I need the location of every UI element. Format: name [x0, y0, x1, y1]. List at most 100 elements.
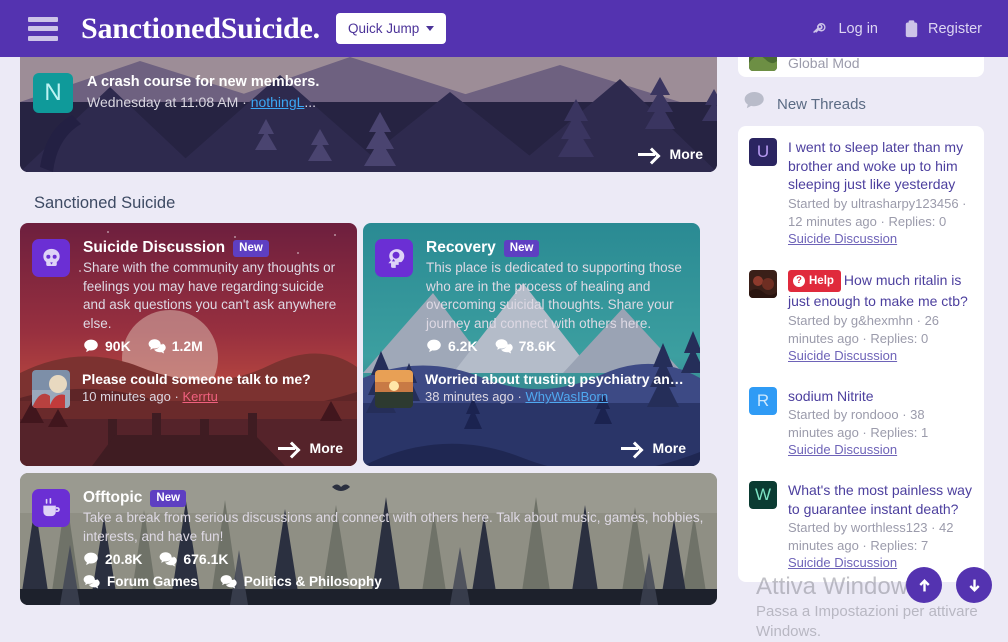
node-title[interactable]: Offtopic [83, 489, 142, 507]
latest-thread-meta: 38 minutes ago · WhyWasIBorn [425, 388, 688, 406]
avatar[interactable] [32, 370, 70, 408]
list-item[interactable]: ? Help How much ritalin is just enough t… [738, 258, 984, 375]
thread-title[interactable]: ? Help How much ritalin is just enough t… [788, 269, 972, 311]
featured-more-label: More [669, 146, 703, 162]
quick-jump-button[interactable]: Quick Jump [335, 13, 447, 44]
thread-count: 6.2K [426, 338, 478, 354]
node-card-recovery[interactable]: Recovery New This place is dedicated to … [363, 223, 700, 466]
section-title: Sanctioned Suicide [34, 194, 176, 212]
featured-thread-time: Wednesday at 11:08 AM · [87, 94, 251, 110]
node-more-button[interactable]: More [620, 440, 686, 456]
node-header: Offtopic New Take a break from serious d… [32, 489, 705, 589]
new-badge: New [150, 489, 187, 507]
message-count: 676.1K [159, 551, 229, 567]
register-label: Register [928, 20, 982, 37]
avatar-letter: R [756, 390, 770, 410]
node-stats: 6.2K 78.6K [426, 338, 688, 354]
message-count: 78.6K [495, 338, 556, 354]
thread-node-link[interactable]: Suicide Discussion [788, 348, 972, 363]
node-stats: 90K 1.2M [83, 338, 345, 354]
thread-count-value: 90K [105, 338, 131, 354]
new-threads-header: New Threads [744, 92, 984, 116]
avatar-image [375, 370, 413, 408]
arrow-right-icon [637, 147, 659, 161]
arrow-down-icon [968, 579, 980, 592]
thread-node-link[interactable]: Suicide Discussion [788, 442, 972, 457]
node-more-label: More [309, 440, 343, 456]
avatar-letter: U [756, 142, 770, 161]
coffee-cup-icon [32, 489, 70, 527]
node-more-button[interactable]: More [277, 440, 343, 456]
thread-meta: Started by worthless123 · 42 minutes ago… [788, 520, 954, 553]
thread-meta: Started by ultrasharpy123456 · 12 minute… [788, 195, 967, 229]
message-count-value: 1.2M [171, 338, 203, 354]
avatar[interactable]: W [749, 481, 777, 509]
arrow-up-icon [918, 578, 930, 591]
double-speech-bubble-icon [148, 339, 166, 354]
thread-title[interactable]: sodium Nitrite [788, 387, 972, 406]
node-header: Suicide Discussion New Share with the co… [32, 239, 345, 354]
avatar-image [749, 269, 777, 298]
featured-thread-content: N A crash course for new members. Wednes… [33, 73, 319, 113]
page-body: N A crash course for new members. Wednes… [0, 41, 1008, 640]
latest-thread-author[interactable]: Kerrtu [182, 389, 217, 404]
sidebar: Global Mod New Threads U I went to sleep… [738, 41, 984, 582]
latest-thread-author[interactable]: WhyWasIBorn [525, 389, 608, 404]
speech-bubble-icon [84, 552, 98, 566]
avatar[interactable]: N [33, 73, 73, 113]
node-title[interactable]: Suicide Discussion [83, 239, 225, 257]
featured-thread-title[interactable]: A crash course for new members. [87, 73, 319, 92]
scroll-to-top-button[interactable] [906, 567, 942, 603]
subnode-politics-philosophy[interactable]: Politics & Philosophy [220, 574, 382, 589]
thread-meta: Started by g&hexmhn · 26 minutes ago · R… [788, 312, 940, 346]
chevron-down-icon [426, 26, 435, 31]
node-title[interactable]: Recovery [426, 239, 496, 257]
subnode-forum-games[interactable]: Forum Games [83, 574, 198, 589]
hamburger-icon[interactable] [28, 16, 58, 41]
node-description: Share with the community any thoughts or… [83, 260, 337, 331]
node-stats: 20.8K 676.1K [83, 551, 705, 567]
login-button[interactable]: Log in [812, 20, 878, 37]
question-mark-icon: ? [793, 275, 805, 287]
quick-jump-label: Quick Jump [347, 21, 420, 36]
help-badge-label: Help [809, 274, 834, 287]
latest-thread-title[interactable]: Worried about trusting psychiatry and tr… [425, 370, 688, 388]
latest-thread-time: 38 minutes ago · [425, 389, 526, 404]
scroll-to-bottom-button[interactable] [956, 567, 992, 603]
thread-title[interactable]: I went to sleep later than my brother an… [788, 138, 972, 194]
node-description: This place is dedicated to supporting th… [426, 260, 682, 331]
avatar[interactable] [749, 269, 777, 298]
node-latest-thread[interactable]: Please could someone talk to me? 10 minu… [32, 370, 345, 408]
head-mind-icon [375, 239, 413, 277]
list-item[interactable]: R sodium Nitrite Started by rondooo · 38… [738, 375, 984, 470]
featured-thread-author[interactable]: nothingL [251, 94, 305, 110]
latest-thread-meta: 10 minutes ago · Kerrtu [82, 388, 345, 406]
featured-thread-banner[interactable]: N A crash course for new members. Wednes… [20, 57, 717, 172]
double-speech-bubble-icon [220, 575, 237, 589]
latest-thread-title[interactable]: Please could someone talk to me? [82, 370, 345, 388]
login-label: Log in [838, 20, 878, 37]
avatar[interactable]: U [749, 138, 777, 166]
main-column: N A crash course for new members. Wednes… [20, 57, 717, 605]
register-button[interactable]: Register [904, 19, 982, 38]
message-count-value: 78.6K [518, 338, 556, 354]
avatar[interactable] [375, 370, 413, 408]
node-description: Take a break from serious discussions an… [83, 510, 704, 544]
featured-thread-author-suffix: ... [304, 94, 317, 110]
node-card-offtopic[interactable]: Offtopic New Take a break from serious d… [20, 473, 717, 605]
list-item[interactable]: W What's the most painless way to guaran… [738, 469, 984, 582]
avatar-letter: W [754, 485, 772, 504]
featured-more-button[interactable]: More [637, 146, 703, 162]
avatar[interactable]: R [749, 386, 777, 415]
site-brand[interactable]: SanctionedSuicide. [81, 12, 320, 46]
thread-title[interactable]: What's the most painless way to guarante… [788, 481, 972, 518]
message-count: 1.2M [148, 338, 203, 354]
arrow-right-icon [620, 441, 642, 455]
list-item[interactable]: U I went to sleep later than my brother … [738, 126, 984, 258]
node-card-suicide-discussion[interactable]: Suicide Discussion New Share with the co… [20, 223, 357, 466]
thread-node-link[interactable]: Suicide Discussion [788, 231, 972, 246]
subnode-label: Forum Games [107, 574, 198, 589]
clipboard-icon [904, 19, 919, 38]
node-latest-thread[interactable]: Worried about trusting psychiatry and tr… [375, 370, 688, 408]
staff-role-label: Global Mod [788, 55, 860, 71]
